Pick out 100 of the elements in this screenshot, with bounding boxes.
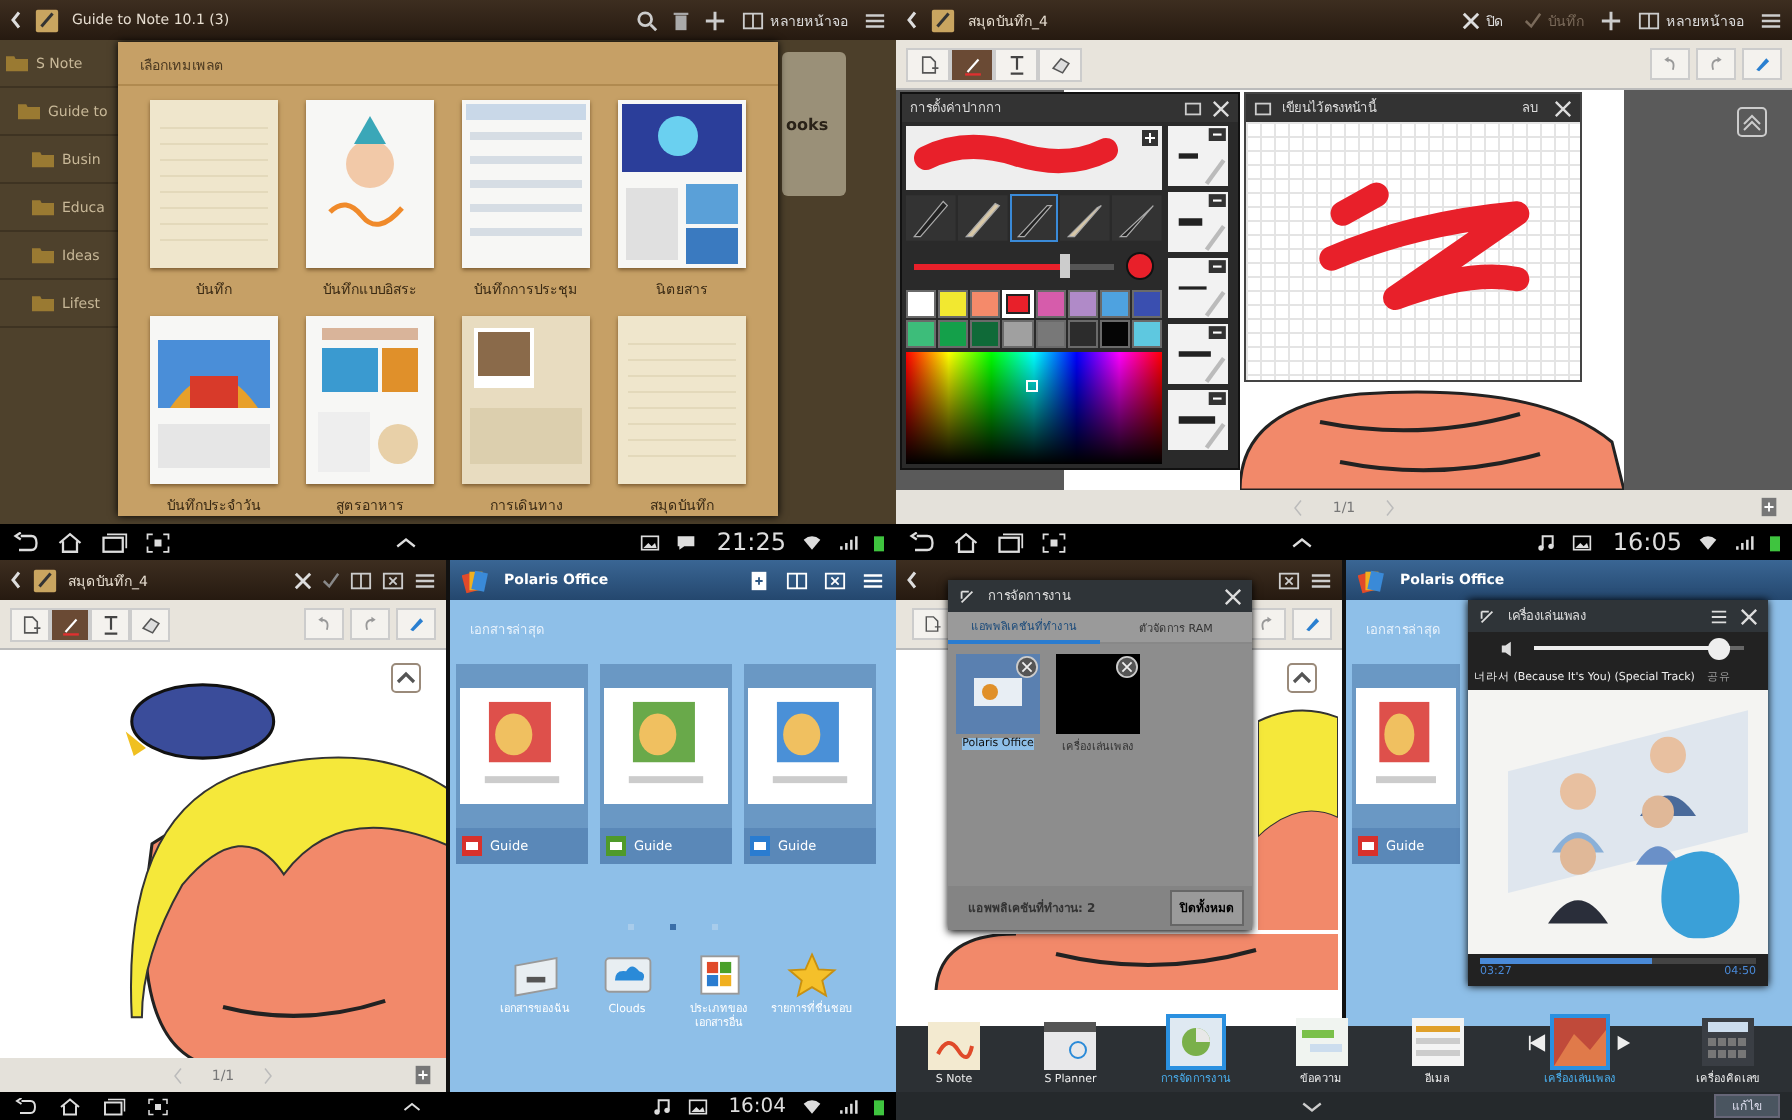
size-slider[interactable] <box>914 254 1114 278</box>
color-swatch[interactable] <box>1067 290 1098 318</box>
close-icon[interactable] <box>1212 99 1230 117</box>
template-thumbnail[interactable] <box>462 100 590 268</box>
close-icon[interactable] <box>1554 99 1572 117</box>
color-swatch[interactable] <box>1099 290 1130 318</box>
template-thumbnail[interactable] <box>618 316 746 484</box>
template-thumbnail[interactable] <box>462 316 590 484</box>
color-spectrum[interactable] <box>906 352 1162 464</box>
collapse-icon[interactable] <box>1286 662 1318 694</box>
check-icon[interactable] <box>322 571 340 589</box>
recent-apps-icon[interactable] <box>100 1097 128 1115</box>
add-page-icon[interactable] <box>912 608 952 640</box>
pen-type-icon[interactable] <box>1112 194 1162 242</box>
window-close-icon[interactable] <box>1278 569 1300 591</box>
previous-track-icon[interactable] <box>1527 1033 1546 1051</box>
color-swatch[interactable] <box>906 290 937 318</box>
recent-apps-icon[interactable] <box>100 531 128 553</box>
back-icon[interactable] <box>908 531 936 553</box>
tool-button[interactable] <box>10 607 50 641</box>
pen-icon[interactable] <box>396 608 436 640</box>
window-icon[interactable] <box>1254 99 1272 117</box>
playlist-icon[interactable] <box>1710 607 1728 625</box>
color-swatch[interactable] <box>1131 320 1162 348</box>
color-swatch[interactable] <box>1035 290 1066 318</box>
tool-button[interactable] <box>1038 47 1082 81</box>
screenshot-icon[interactable] <box>144 531 172 553</box>
tool-button[interactable] <box>994 47 1038 81</box>
home-icon[interactable] <box>56 531 84 553</box>
screenshot-icon[interactable] <box>1040 531 1068 553</box>
color-swatch[interactable] <box>1002 320 1033 348</box>
collapse-icon[interactable] <box>390 662 422 694</box>
new-document-icon[interactable] <box>748 569 770 591</box>
tool-button[interactable] <box>130 607 170 641</box>
remove-icon[interactable] <box>1016 656 1038 678</box>
color-swatch[interactable] <box>906 320 937 348</box>
add-page-icon[interactable] <box>412 1064 434 1086</box>
back-icon[interactable] <box>10 10 22 30</box>
template-thumbnail[interactable] <box>150 100 278 268</box>
close-icon[interactable] <box>1740 607 1758 625</box>
color-swatch[interactable] <box>1035 320 1066 348</box>
menu-icon[interactable] <box>1760 9 1782 31</box>
picker-handle[interactable] <box>1026 380 1038 392</box>
pen-icon[interactable] <box>1292 608 1332 640</box>
recent-apps-icon[interactable] <box>996 531 1024 553</box>
color-swatch[interactable] <box>970 290 1001 318</box>
plus-icon[interactable] <box>1600 9 1622 31</box>
color-swatch[interactable] <box>970 320 1001 348</box>
search-icon[interactable] <box>636 9 658 31</box>
menu-icon[interactable] <box>1310 569 1332 591</box>
back-icon[interactable] <box>10 570 22 590</box>
pen-icon[interactable] <box>1742 48 1782 80</box>
color-swatch[interactable] <box>938 290 969 318</box>
tool-button[interactable] <box>50 607 90 641</box>
pen-preset-icon[interactable] <box>1168 192 1228 252</box>
home-icon[interactable] <box>952 531 980 553</box>
color-swatch[interactable] <box>1131 290 1162 318</box>
collapse-icon[interactable] <box>1736 106 1768 138</box>
color-swatch[interactable] <box>1099 320 1130 348</box>
remove-icon[interactable] <box>1116 656 1138 678</box>
add-preset-icon[interactable] <box>1142 130 1158 146</box>
back-icon[interactable] <box>12 531 40 553</box>
pen-type-icon[interactable] <box>1009 194 1059 242</box>
play-icon[interactable] <box>1613 1033 1632 1051</box>
template-thumbnail[interactable] <box>150 316 278 484</box>
tool-button[interactable] <box>950 47 994 81</box>
back-icon[interactable] <box>906 10 918 30</box>
home-icon[interactable] <box>56 1097 84 1115</box>
screenshot-icon[interactable] <box>144 1097 172 1115</box>
tool-button[interactable] <box>90 607 130 641</box>
plus-icon[interactable] <box>704 9 726 31</box>
pen-type-icon[interactable] <box>1060 194 1111 242</box>
close-icon[interactable] <box>294 571 312 589</box>
template-thumbnail[interactable] <box>618 100 746 268</box>
template-thumbnail[interactable] <box>306 100 434 268</box>
back-icon[interactable] <box>906 570 918 590</box>
tool-button[interactable] <box>906 47 950 81</box>
volume-slider[interactable] <box>1534 637 1744 659</box>
color-swatch[interactable] <box>938 320 969 348</box>
pen-type-icon[interactable] <box>957 194 1008 242</box>
menu-icon[interactable] <box>862 569 884 591</box>
app-thumbnail[interactable] <box>1056 654 1140 734</box>
close-icon[interactable] <box>1224 587 1242 605</box>
menu-icon[interactable] <box>864 9 886 31</box>
menu-icon[interactable] <box>414 569 436 591</box>
pen-preset-icon[interactable] <box>1168 390 1228 450</box>
color-swatch[interactable] <box>1067 320 1098 348</box>
add-page-icon[interactable] <box>1758 496 1780 518</box>
window-icon[interactable] <box>1184 99 1202 117</box>
pen-type-icon[interactable] <box>906 194 956 242</box>
app-thumbnail[interactable] <box>956 654 1040 734</box>
window-close-icon[interactable] <box>382 569 404 591</box>
resize-icon[interactable] <box>958 587 976 605</box>
back-icon[interactable] <box>12 1097 40 1115</box>
pen-preset-icon[interactable] <box>1168 126 1228 186</box>
template-thumbnail[interactable] <box>306 316 434 484</box>
playback-progress-bar[interactable] <box>1480 958 1756 964</box>
pen-preset-icon[interactable] <box>1168 258 1228 318</box>
resize-icon[interactable] <box>1478 607 1496 625</box>
multiscreen-icon[interactable] <box>350 569 372 591</box>
